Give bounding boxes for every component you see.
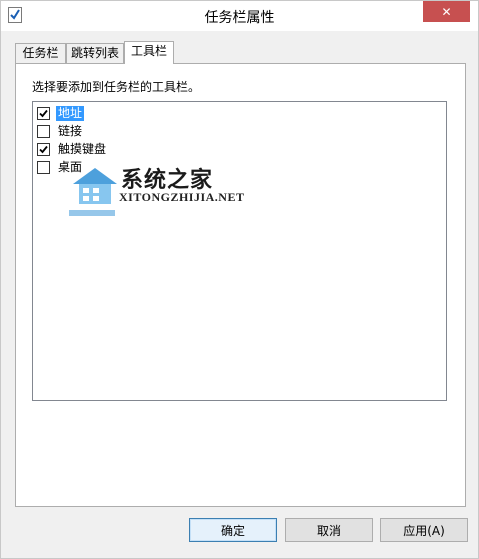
- desktop-checkbox[interactable]: [37, 161, 50, 174]
- links-checkbox[interactable]: [37, 125, 50, 138]
- checkmark-icon: [39, 109, 48, 118]
- title-bar[interactable]: 任务栏属性 ✕: [1, 1, 478, 31]
- list-item-links[interactable]: 链接: [37, 123, 84, 140]
- toolbars-panel: 选择要添加到任务栏的工具栏。 地址 链接 触摸键盘 桌面 系统之家 XITONG…: [15, 63, 466, 507]
- checkmark-icon: [39, 145, 48, 154]
- address-label: 地址: [56, 106, 85, 121]
- close-icon: ✕: [441, 4, 452, 19]
- window-title: 任务栏属性: [204, 10, 275, 26]
- instruction-text: 选择要添加到任务栏的工具栏。: [32, 80, 201, 94]
- tab-jump-lists[interactable]: 跳转列表: [66, 43, 124, 63]
- touch-keyboard-checkbox[interactable]: [37, 143, 50, 156]
- close-button[interactable]: ✕: [423, 1, 470, 22]
- watermark-logo: 系统之家 XITONGZHIJIA.NET: [69, 160, 279, 220]
- list-item-address[interactable]: 地址: [37, 105, 85, 122]
- watermark-url: XITONGZHIJIA.NET: [119, 190, 245, 204]
- cancel-button[interactable]: 取消: [285, 518, 373, 542]
- apply-button[interactable]: 应用(A): [380, 518, 468, 542]
- tab-toolbars[interactable]: 工具栏: [124, 41, 174, 64]
- touch-keyboard-label: 触摸键盘: [58, 142, 107, 156]
- list-item-touch-keyboard[interactable]: 触摸键盘: [37, 141, 108, 158]
- links-label: 链接: [58, 124, 83, 138]
- toolbar-list[interactable]: 地址 链接 触摸键盘 桌面 系统之家 XITONGZHIJIA.NET: [32, 101, 447, 401]
- taskbar-properties-window: 任务栏属性 ✕ 任务栏 跳转列表 工具栏 选择要添加到任务栏的工具栏。 地址 链…: [0, 0, 479, 559]
- address-checkbox[interactable]: [37, 107, 50, 120]
- ok-button[interactable]: 确定: [189, 518, 277, 542]
- tab-taskbar[interactable]: 任务栏: [15, 43, 66, 63]
